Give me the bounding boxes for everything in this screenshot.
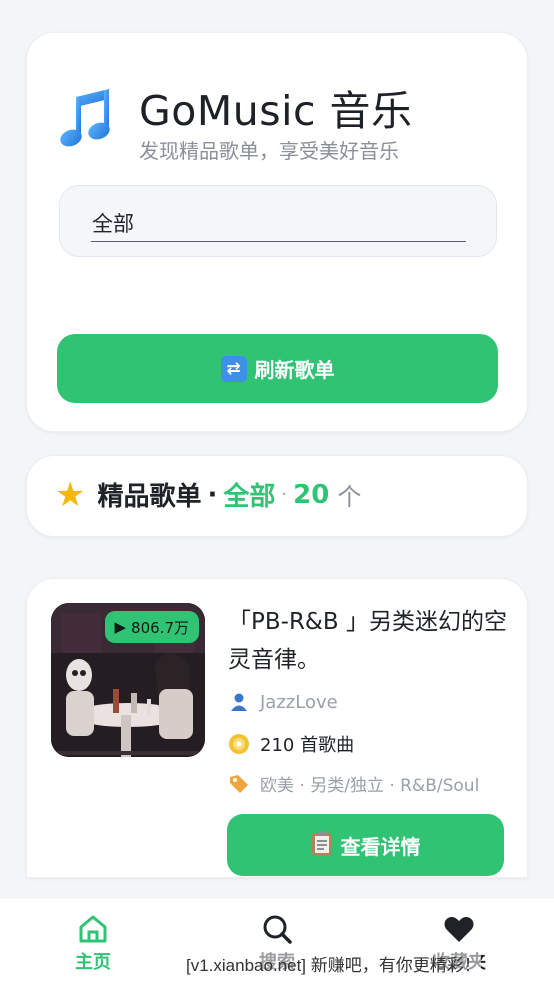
app-title: GoMusic 音乐 xyxy=(139,87,413,135)
section-header-card: ★ 精品歌单 · 全部 · 20 个 xyxy=(26,455,528,537)
view-details-label: 查看详情 xyxy=(340,834,421,859)
tag-icon xyxy=(228,773,250,795)
refresh-icon: ⇄ xyxy=(220,355,247,382)
section-unit: 个 xyxy=(337,483,362,511)
watermark-text: [v1.xianbao.net] 新赚吧，有你更精彩！ xyxy=(186,951,481,976)
nav-home-label: 主页 xyxy=(75,952,111,973)
select-underline xyxy=(91,241,466,242)
search-icon xyxy=(227,912,327,946)
play-count: 806.7万 xyxy=(131,618,189,637)
playlist-author: JazzLove xyxy=(260,691,338,713)
nav-home[interactable]: 主页 xyxy=(43,912,143,974)
play-icon: ▶ xyxy=(114,618,127,636)
music-note-icon xyxy=(59,85,115,151)
playlist-songs-row: 210 首歌曲 xyxy=(228,731,354,757)
playlist-card[interactable]: ▶ 806.7万 「PB-R&B 」另类迷幻的空灵音律。 JazzLove 21… xyxy=(26,578,528,878)
view-details-button[interactable]: 查看详情 xyxy=(227,814,504,876)
section-category: 全部 xyxy=(223,482,276,512)
playlist-author-row: JazzLove xyxy=(228,691,338,713)
playlist-tags-row: 欧美 · 另类/独立 · R&B/Soul xyxy=(228,771,479,796)
home-icon xyxy=(43,912,143,946)
playlist-title[interactable]: 「PB-R&B 」另类迷幻的空灵音律。 xyxy=(228,603,508,679)
playlist-song-count: 210 首歌曲 xyxy=(260,735,355,756)
playlist-cover-image[interactable]: ▶ 806.7万 xyxy=(51,603,205,757)
section-count: 20 xyxy=(293,479,330,510)
refresh-playlists-button[interactable]: ⇄ 刷新歌单 xyxy=(57,334,498,403)
app-subtitle: 发现精品歌单，享受美好音乐 xyxy=(139,139,399,163)
category-select-value[interactable]: 全部 xyxy=(92,208,134,238)
section-separator-2: · xyxy=(281,484,288,505)
section-title: 精品歌单 xyxy=(97,482,202,512)
disc-icon xyxy=(228,733,250,755)
category-select[interactable]: 全部 xyxy=(59,185,497,257)
refresh-button-label: 刷新歌单 xyxy=(254,358,335,382)
clipboard-icon xyxy=(311,830,333,861)
heart-icon xyxy=(409,912,509,946)
section-separator: · xyxy=(207,479,218,510)
star-icon: ★ xyxy=(55,474,86,515)
playlist-tags: 欧美 · 另类/独立 · R&B/Soul xyxy=(260,776,480,796)
header-card: GoMusic 音乐 发现精品歌单，享受美好音乐 全部 ⇄ 刷新歌单 xyxy=(26,32,528,432)
user-icon xyxy=(228,691,250,713)
play-count-badge: ▶ 806.7万 xyxy=(104,611,199,643)
